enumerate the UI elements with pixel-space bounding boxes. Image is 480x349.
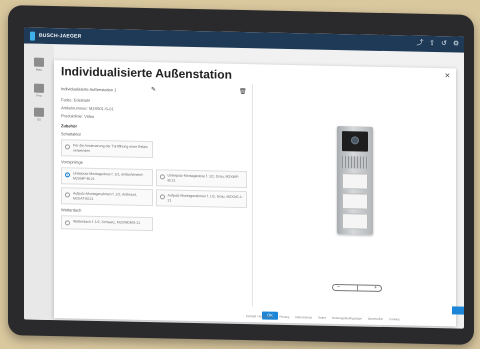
camera-module [342, 131, 368, 152]
delete-icon[interactable]: 🗑 [239, 88, 247, 95]
edit-icon[interactable]: ✎ [151, 86, 156, 93]
project-icon [34, 83, 44, 93]
switch-actuator-heading: Schaltaktor [61, 131, 82, 137]
sidebar-item-device[interactable]: Ei [28, 107, 50, 122]
footer-link[interactable]: Privacy [280, 315, 290, 319]
switch-actuator-option[interactable]: Für die Ansteuerung der Türöffnung einer… [61, 139, 153, 159]
mounting-option-4[interactable]: Aufputz-Montagerahmen f. 1/2, Grau, M2XA… [155, 189, 247, 209]
app-sidebar: Hau Pro Ei [24, 43, 54, 321]
mounting-option-1[interactable]: Unterputz-Montagedose f. 1/2, einfach/me… [61, 167, 153, 187]
call-button-module [342, 193, 368, 210]
outdoor-station-dialog: Individualisierte Außenstation × Individ… [54, 60, 456, 327]
footer-link[interactable]: Kontakt / Impressum [246, 314, 274, 319]
mounting-option-3[interactable]: Aufputz-Montagerahmen f. 1/2, Anthrazit,… [61, 187, 153, 207]
option-radio[interactable] [159, 194, 165, 200]
zoom-control: − + [332, 283, 382, 292]
device-icon [34, 107, 44, 117]
zoom-in-button[interactable]: + [374, 285, 377, 291]
settings-icon[interactable]: ⚙ [452, 39, 460, 48]
option-radio[interactable] [159, 174, 165, 180]
home-icon [34, 57, 44, 67]
product-line-info: Produktlinie: Video [61, 113, 95, 119]
brand-name: BUSCH-JAEGER [39, 32, 82, 40]
brand-logo-icon [30, 31, 35, 41]
footer-link[interactable]: Barrierefrei [368, 317, 383, 321]
app-action-button[interactable] [452, 306, 464, 315]
call-button-module [342, 173, 368, 190]
footer-link[interactable]: Cookies [389, 317, 400, 321]
dialog-title: Individualisierte Außenstation [61, 64, 232, 82]
call-button-module [342, 213, 368, 230]
station-name-row: Individualisierte Außenstation 1 ✎ 🗑 [61, 84, 247, 98]
article-number-info: Artikelnummer: M2X501-S-01 [61, 105, 114, 112]
option-radio[interactable] [65, 192, 70, 198]
option-radio-selected[interactable] [65, 172, 70, 178]
accessories-heading: Zubehör [61, 123, 77, 129]
option-checkbox[interactable] [65, 144, 70, 150]
station-name: Individualisierte Außenstation 1 [61, 86, 117, 93]
footer-link[interactable]: Nutzungsbedingungen [332, 316, 362, 321]
speaker-grille [342, 156, 368, 169]
footer-link[interactable]: Datenschutz [295, 315, 312, 319]
outdoor-station-preview [337, 126, 373, 235]
station-preview-pane: − + [254, 84, 456, 310]
undo-icon[interactable]: ↺ [440, 39, 448, 48]
option-checkbox[interactable] [65, 220, 70, 226]
footer-link[interactable]: Sofort [318, 316, 326, 320]
camera-lens-icon [351, 136, 359, 145]
app-title-bar: BUSCH-JAEGER ⤴ ⇪ ↺ ⚙ [24, 27, 464, 53]
pane-divider [252, 84, 253, 307]
close-icon[interactable]: × [445, 70, 450, 80]
sidebar-item-project[interactable]: Pro [28, 83, 50, 98]
zoom-separator [356, 285, 358, 291]
app-screen: BUSCH-JAEGER ⤴ ⇪ ↺ ⚙ Hau Pro Ei Individu… [24, 27, 464, 329]
weather-roof-heading: Wetterdach [61, 207, 82, 213]
upload-icon[interactable]: ⇪ [428, 39, 436, 48]
configuration-pane: Individualisierte Außenstation 1 ✎ 🗑 Far… [61, 84, 247, 233]
share-icon[interactable]: ⤴ [416, 39, 424, 48]
mounting-option-2[interactable]: Unterputz-Montagedose f. 1/2, Grau, M2XM… [155, 169, 247, 189]
tablet-frame: BUSCH-JAEGER ⤴ ⇪ ↺ ⚙ Hau Pro Ei Individu… [8, 5, 474, 345]
sidebar-item-home[interactable]: Hau [28, 57, 50, 72]
color-info: Farbe: Edelstahl [61, 97, 91, 103]
weather-roof-option[interactable]: Wetterdach f. 1/2, Schwarz, M2XWDMS-21 [61, 215, 153, 232]
mounting-options: Unterputz-Montagedose f. 1/2, einfach/me… [61, 164, 247, 209]
zoom-out-button[interactable]: − [337, 284, 340, 290]
